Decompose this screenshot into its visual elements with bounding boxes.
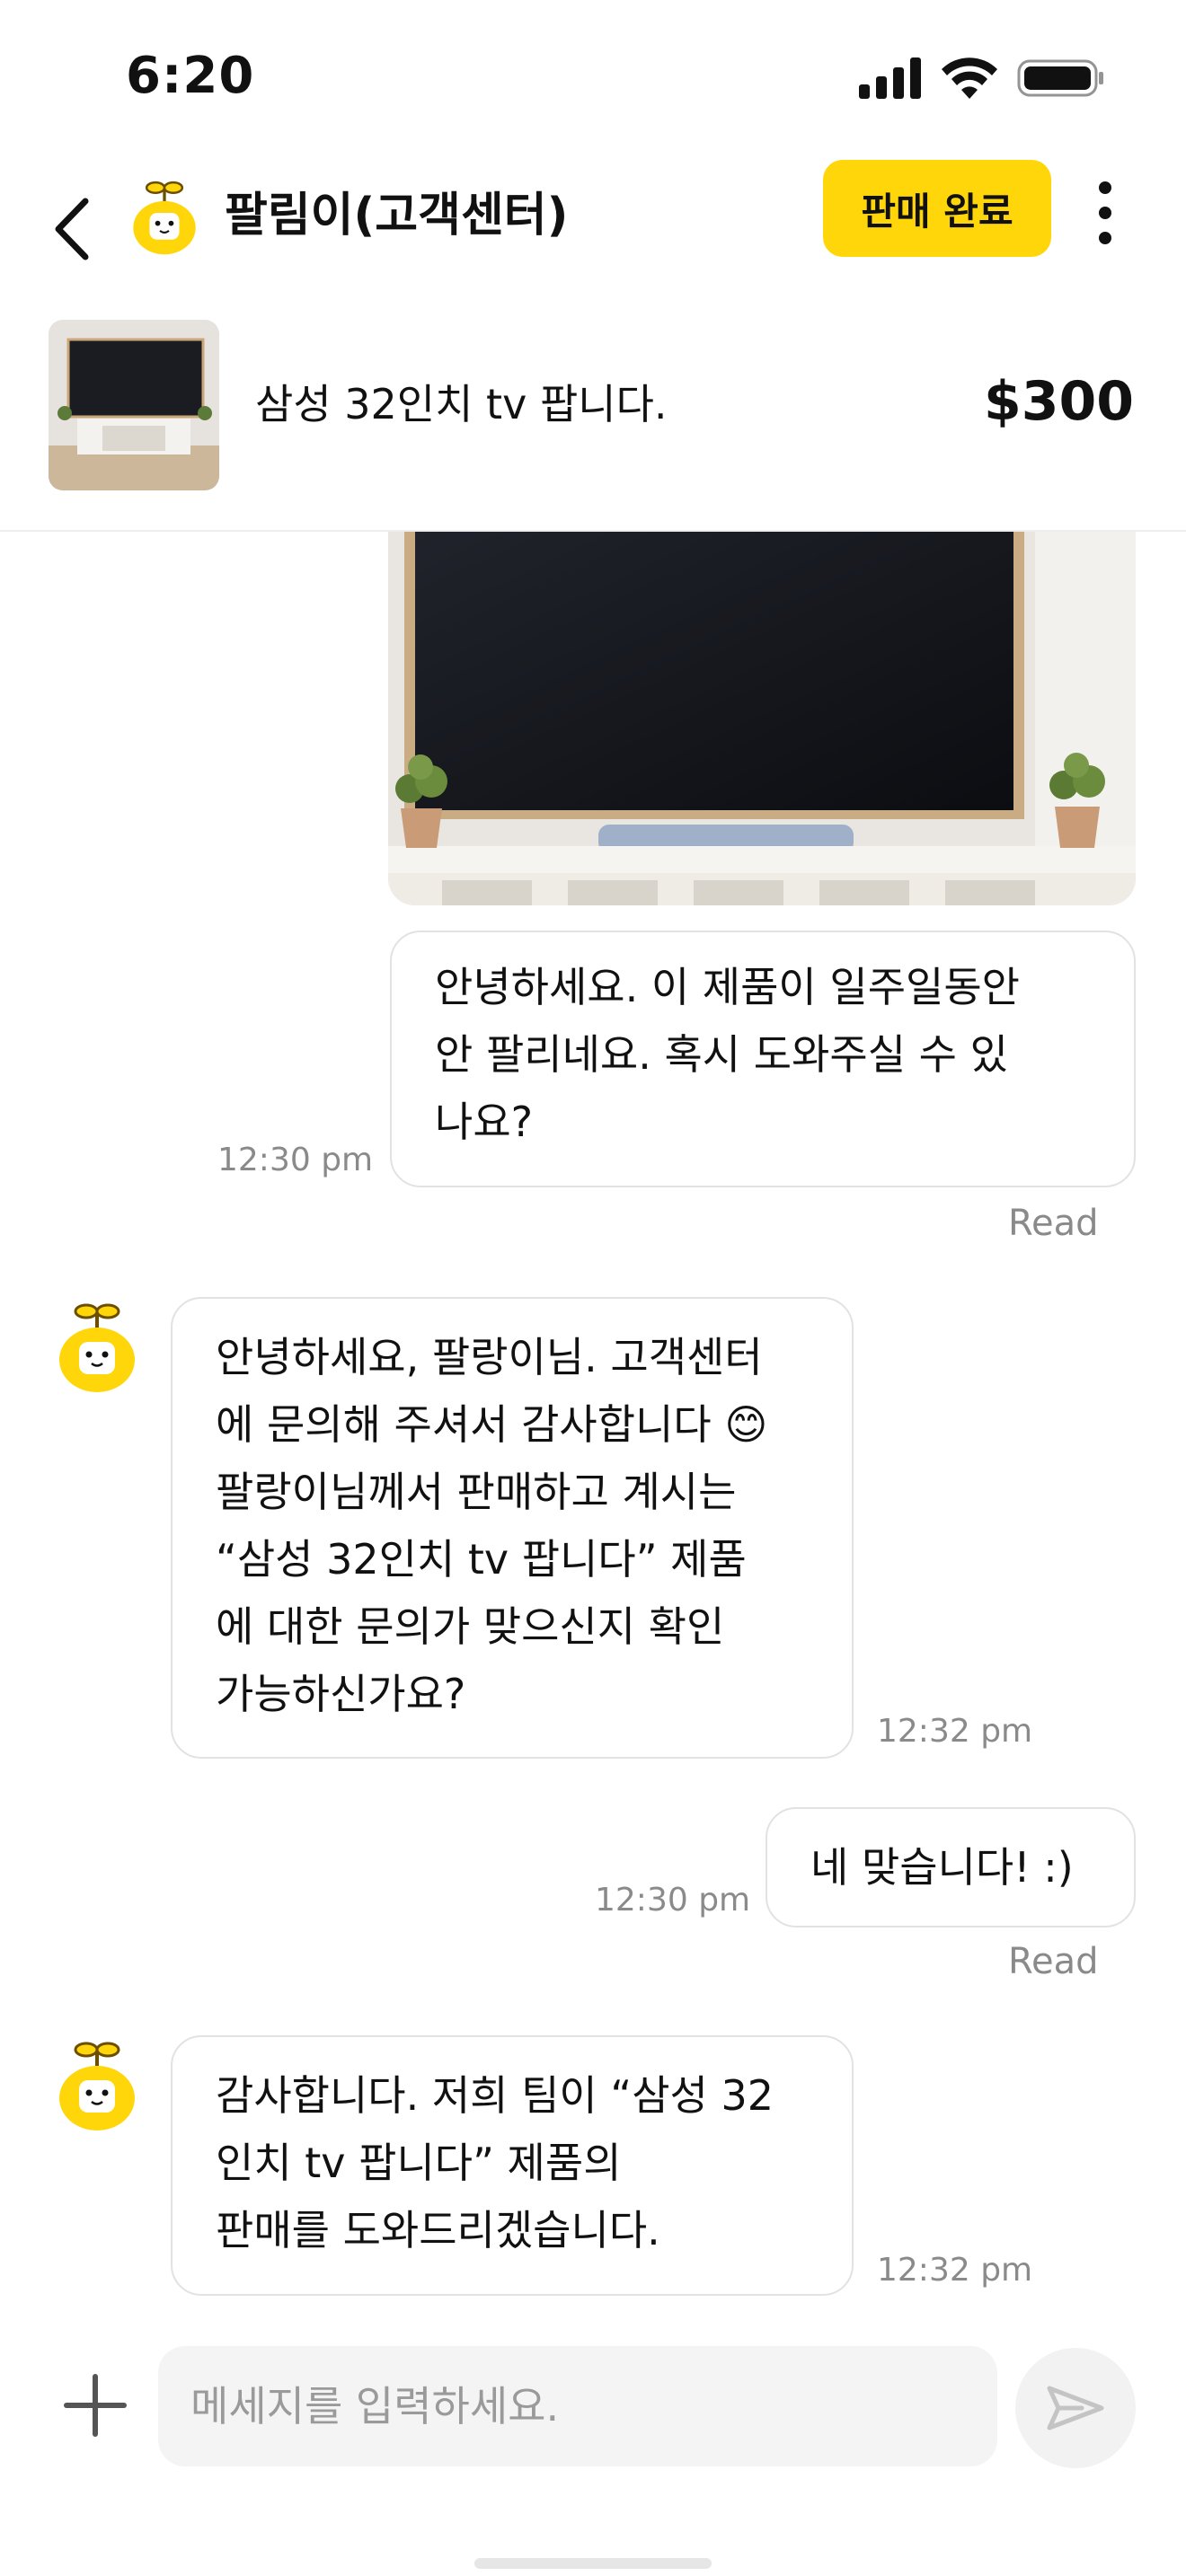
message-text-line: 나요? (435, 1098, 534, 1146)
message-time: 12:30 pm (217, 1142, 374, 1178)
message-text-line: “삼성 32인치 tv 팝니다” 제품 (216, 1535, 747, 1584)
message-text-line: 안 팔리네요. 혹시 도와주실 수 있 (435, 1030, 1008, 1079)
mascot-avatar-icon (59, 2042, 135, 2130)
add-attachment-button[interactable] (61, 2371, 129, 2439)
message-text-line: 감사합니다. 저희 팀이 “삼성 32 (216, 2071, 774, 2120)
message-text-line: 가능하신가요? (216, 1670, 466, 1718)
message-text-line: 안녕하세요, 팔랑이님. 고객센터 (216, 1333, 763, 1381)
message-text-line: 판매를 도와드리겠습니다. (216, 2206, 660, 2254)
back-button[interactable] (36, 180, 108, 278)
message-input[interactable] (158, 2346, 997, 2466)
message-bubble-outgoing: 네 맞습니다! :) (766, 1807, 1136, 1928)
read-receipt: Read (1008, 1203, 1099, 1244)
mascot-avatar-icon (133, 181, 196, 255)
message-text-line: 인치 tv 팝니다” 제품의 (216, 2139, 622, 2187)
chat-title: 팔림이(고객센터) (225, 189, 569, 243)
more-options-button[interactable] (1078, 172, 1132, 253)
chat-image-message[interactable] (388, 532, 1136, 905)
home-indicator (474, 2558, 712, 2569)
message-text-line: 안녕하세요. 이 제품이 일주일동안 (435, 963, 1020, 1011)
message-text-line: 에 문의해 주셔서 감사합니다 😊 (216, 1400, 768, 1449)
message-text-line: 에 대한 문의가 맞으신지 확인 (216, 1602, 725, 1651)
chat-header: 팔림이(고객센터) 판매 완료 (0, 153, 1186, 305)
plus-icon (64, 2374, 127, 2437)
read-receipt: Read (1008, 1941, 1099, 1982)
message-text-line: 팔랑이님께서 판매하고 계시는 (216, 1468, 737, 1516)
mascot-avatar-icon (59, 1303, 135, 1392)
product-summary[interactable]: 삼성 32인치 tv 팝니다. $300 (0, 305, 1186, 532)
message-time: 12:32 pm (877, 1713, 1033, 1750)
wifi-icon (942, 57, 997, 99)
message-text-line: 네 맞습니다! :) (810, 1843, 1074, 1892)
battery-icon (1017, 59, 1103, 97)
product-title: 삼성 32인치 tv 팝니다. (255, 380, 668, 428)
message-time: 12:30 pm (595, 1882, 751, 1919)
signal-icon (859, 57, 921, 99)
message-time: 12:32 pm (877, 2252, 1033, 2289)
message-bubble-outgoing: 안녕하세요. 이 제품이 일주일동안 안 팔리네요. 혹시 도와주실 수 있 나… (390, 931, 1136, 1187)
message-bubble-incoming: 안녕하세요, 팔랑이님. 고객센터 에 문의해 주셔서 감사합니다 😊 팔랑이님… (171, 1297, 854, 1759)
status-time: 6:20 (126, 47, 255, 105)
message-bubble-incoming: 감사합니다. 저희 팀이 “삼성 32 인치 tv 팝니다” 제품의 판매를 도… (171, 2035, 854, 2296)
sold-complete-button[interactable]: 판매 완료 (823, 160, 1051, 257)
back-chevron-icon (55, 198, 89, 260)
product-thumbnail (49, 320, 219, 490)
status-bar: 6:20 (0, 0, 1186, 153)
send-button[interactable] (1015, 2348, 1136, 2468)
product-price: $300 (984, 370, 1134, 433)
status-icons (859, 56, 1105, 101)
more-vertical-icon (1099, 181, 1111, 194)
send-icon (1047, 2386, 1104, 2430)
